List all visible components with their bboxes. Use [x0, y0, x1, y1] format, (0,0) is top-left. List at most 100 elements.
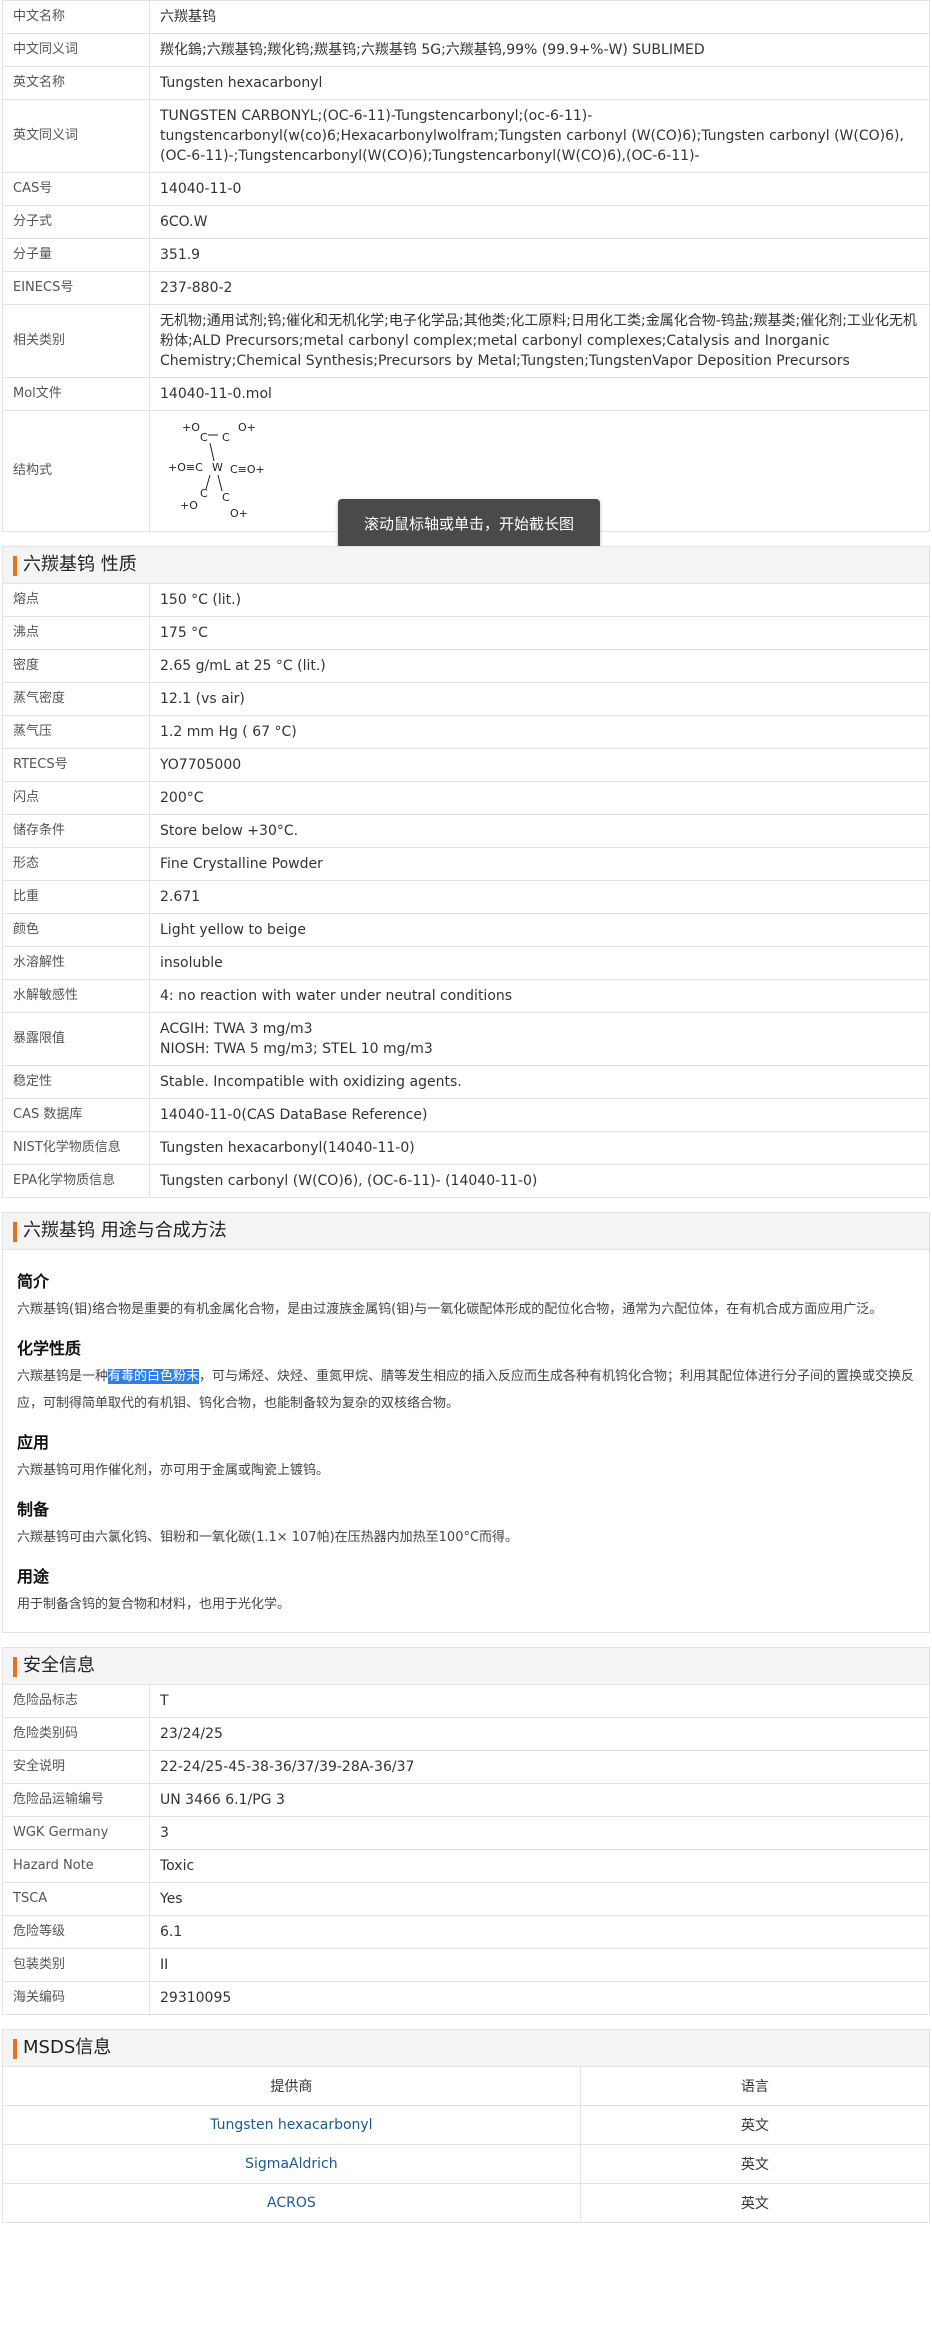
usage-section-header: 六羰基钨 用途与合成方法 — [2, 1212, 930, 1249]
section-accent-bar — [13, 1657, 17, 1677]
screenshot-tooltip[interactable]: 滚动鼠标轴或单击，开始截长图 — [338, 499, 600, 549]
table-row: 英文名称 Tungsten hexacarbonyl — [2, 66, 930, 100]
row-key: 中文同义词 — [2, 33, 150, 67]
row-key: 危险品运输编号 — [2, 1783, 150, 1817]
table-row: 中文同义词 羰化鎢;六羰基钨;羰化钨;羰基钨;六羰基钨 5G;六羰基钨,99% (… — [2, 33, 930, 67]
table-row: 储存条件 Store below +30°C. — [2, 814, 930, 848]
table-row: 熔点 150 °C (lit.) — [2, 583, 930, 617]
table-row: WGK Germany 3 — [2, 1816, 930, 1850]
row-value: 29310095 — [149, 1981, 930, 2015]
row-key: 危险品标志 — [2, 1684, 150, 1718]
row-key: 分子式 — [2, 205, 150, 239]
row-value-link[interactable]: 无机物;通用试剂;钨;催化和无机化学;电子化学品;其他类;化工原料;日用化工类;… — [149, 304, 930, 378]
atom-label: W — [212, 461, 223, 474]
row-value-link[interactable]: Tungsten hexacarbonyl(14040-11-0) — [149, 1131, 930, 1165]
row-key: RTECS号 — [2, 748, 150, 782]
row-key: 水溶解性 — [2, 946, 150, 980]
table-row: 危险类别码 23/24/25 — [2, 1717, 930, 1751]
row-value: 2.671 — [149, 880, 930, 914]
msds-row: SigmaAldrich 英文 — [2, 2144, 931, 2184]
table-row: RTECS号 YO7705000 — [2, 748, 930, 782]
row-key: 水解敏感性 — [2, 979, 150, 1013]
row-value: YO7705000 — [149, 748, 930, 782]
row-value: 羰化鎢;六羰基钨;羰化钨;羰基钨;六羰基钨 5G;六羰基钨,99% (99.9+… — [149, 33, 930, 67]
table-row: 中文名称 六羰基钨 — [2, 0, 930, 34]
row-key: 危险类别码 — [2, 1717, 150, 1751]
msds-header-row: 提供商 语言 — [2, 2066, 931, 2106]
table-row: CAS 数据库 14040-11-0(CAS DataBase Reference… — [2, 1098, 930, 1132]
row-value-link[interactable]: 14040-11-0(CAS DataBase Reference) — [149, 1098, 930, 1132]
row-value-link[interactable]: 22-24/25-45-38-36/37/39-28A-36/37 — [149, 1750, 930, 1784]
use-text: 用于制备含钨的复合物和材料，也用于光化学。 — [17, 1597, 291, 1612]
row-key: EINECS号 — [2, 271, 150, 305]
row-value-link[interactable]: 23/24/25 — [149, 1717, 930, 1751]
table-row: EINECS号 237-880-2 — [2, 271, 930, 305]
provider-link[interactable]: SigmaAldrich — [2, 2144, 581, 2184]
row-value: 6CO.W — [149, 205, 930, 239]
atom-label: C — [222, 431, 230, 444]
row-key: 比重 — [2, 880, 150, 914]
properties-section-header: 六羰基钨 性质 — [2, 546, 930, 583]
atom-label: C — [200, 487, 208, 500]
row-value: 200°C — [149, 781, 930, 815]
chem-heading: 化学性质 — [17, 1339, 82, 1358]
structure-formula-drawing: +O C C O+ +O≡C W C≡O+ +O C C O+ — [168, 421, 265, 520]
row-value-link[interactable]: 六羰基钨 — [149, 0, 930, 34]
row-value: 12.1 (vs air) — [149, 682, 930, 716]
row-key: 相关类别 — [2, 304, 150, 378]
table-row: 安全说明 22-24/25-45-38-36/37/39-28A-36/37 — [2, 1750, 930, 1784]
row-key: 海关编码 — [2, 1981, 150, 2015]
row-key: EPA化学物质信息 — [2, 1164, 150, 1198]
row-value: Store below +30°C. — [149, 814, 930, 848]
row-value-link[interactable]: 14040-11-0.mol — [149, 377, 930, 411]
table-row: Hazard Note Toxic — [2, 1849, 930, 1883]
provider-link[interactable]: Tungsten hexacarbonyl — [2, 2105, 581, 2145]
atom-label: +O — [180, 499, 198, 512]
row-key: Hazard Note — [2, 1849, 150, 1883]
provider-link[interactable]: ACROS — [2, 2183, 581, 2223]
bond-line — [217, 474, 223, 492]
table-row: 相关类别 无机物;通用试剂;钨;催化和无机化学;电子化学品;其他类;化工原料;日用… — [2, 304, 930, 378]
properties-table: 熔点 150 °C (lit.) 沸点 175 °C 密度 2.65 g/mL at 25… — [2, 583, 930, 1198]
row-value: 175 °C — [149, 616, 930, 650]
row-value: Yes — [149, 1882, 930, 1916]
row-value-link[interactable]: T — [149, 1684, 930, 1718]
atom-label: +O — [182, 421, 200, 434]
language-cell: 英文 — [579, 2144, 931, 2184]
bond-line — [205, 474, 211, 490]
row-key: TSCA — [2, 1882, 150, 1916]
row-value: 14040-11-0 — [149, 172, 930, 206]
bond-line — [209, 442, 215, 462]
row-value-link[interactable]: Tungsten carbonyl (W(CO)6), (OC-6-11)- (… — [149, 1164, 930, 1198]
atom-label: C≡O+ — [230, 463, 265, 476]
row-value: 351.9 — [149, 238, 930, 272]
table-row: 包装类别 II — [2, 1948, 930, 1982]
row-key: 英文同义词 — [2, 99, 150, 173]
safety-section-header: 安全信息 — [2, 1647, 930, 1684]
table-row: 海关编码 29310095 — [2, 1981, 930, 2015]
row-key: 颜色 — [2, 913, 150, 947]
row-value: 3 — [149, 1816, 930, 1850]
row-key: 熔点 — [2, 583, 150, 617]
row-key: 英文名称 — [2, 66, 150, 100]
row-key: 暴露限值 — [2, 1012, 150, 1066]
table-row: 分子量 351.9 — [2, 238, 930, 272]
section-accent-bar — [13, 556, 17, 576]
row-key: 闪点 — [2, 781, 150, 815]
selected-text[interactable]: 有毒的白色粉末 — [108, 1369, 200, 1384]
msds-row: ACROS 英文 — [2, 2183, 931, 2223]
page: 中文名称 六羰基钨 中文同义词 羰化鎢;六羰基钨;羰化钨;羰基钨;六羰基钨 5G;六羰… — [0, 0, 932, 2223]
msds-table: 提供商 语言 Tungsten hexacarbonyl 英文 SigmaAldri… — [2, 2066, 931, 2223]
preparation-heading: 制备 — [17, 1500, 50, 1519]
row-value: 237-880-2 — [149, 271, 930, 305]
row-key: 蒸气密度 — [2, 682, 150, 716]
row-key: 安全说明 — [2, 1750, 150, 1784]
row-key: 储存条件 — [2, 814, 150, 848]
row-value: 2.65 g/mL at 25 °C (lit.) — [149, 649, 930, 683]
row-value: 6.1 — [149, 1915, 930, 1949]
row-value: TUNGSTEN CARBONYL;(OC-6-11)-Tungstencarb… — [149, 99, 930, 173]
application-text: 六羰基钨可用作催化剂，亦可用于金属或陶瓷上镀钨。 — [17, 1463, 330, 1478]
table-row: 密度 2.65 g/mL at 25 °C (lit.) — [2, 649, 930, 683]
row-key: NIST化学物质信息 — [2, 1131, 150, 1165]
table-row: 沸点 175 °C — [2, 616, 930, 650]
